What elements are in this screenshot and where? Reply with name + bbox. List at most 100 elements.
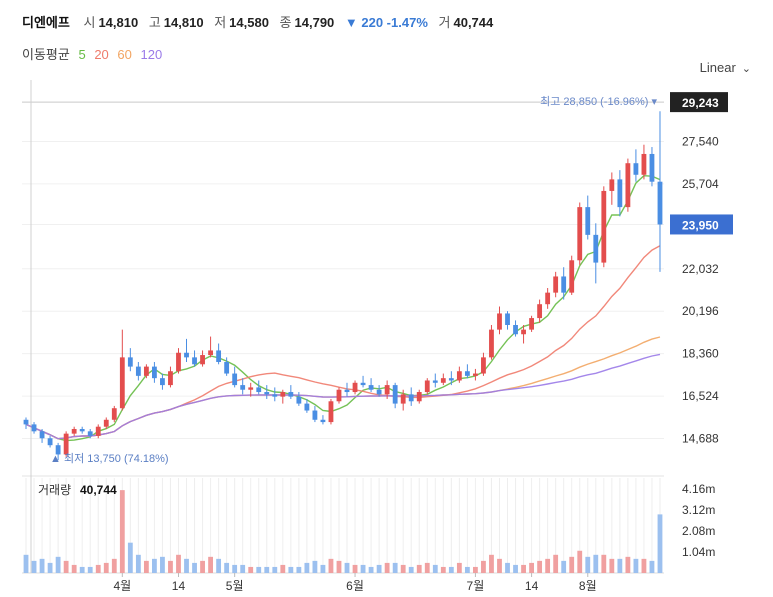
volume-bar <box>95 564 101 573</box>
candle-body <box>208 350 213 356</box>
candle-body <box>103 419 109 427</box>
volume-bar <box>240 564 246 573</box>
candle-body <box>344 389 350 393</box>
volume-bar <box>464 566 470 573</box>
candle-body <box>448 378 454 381</box>
volume-bar <box>625 556 631 573</box>
volume-bar <box>601 554 607 573</box>
candle-body <box>160 378 165 386</box>
candle-body <box>264 392 270 395</box>
ma20-line <box>25 245 661 440</box>
candle-body <box>577 207 583 261</box>
candle-body <box>184 352 189 358</box>
candle-body <box>111 408 117 420</box>
volume-bar <box>160 556 165 573</box>
volume-bar <box>368 566 374 573</box>
candle-body <box>432 380 438 383</box>
x-tick-label: 8월 <box>579 579 597 593</box>
volume-bar <box>569 556 575 573</box>
volume-bar <box>408 566 414 573</box>
volume-bar <box>272 566 278 573</box>
volume-bar <box>497 558 502 573</box>
volume-bar <box>312 560 318 573</box>
candle-body <box>224 361 230 374</box>
volume-bar <box>641 558 647 573</box>
volume-bar <box>344 562 350 573</box>
volume-bar <box>296 566 302 573</box>
volume-bar <box>489 554 494 573</box>
candle-body <box>456 371 462 381</box>
volume-bar <box>633 558 639 573</box>
candle-body <box>272 394 278 397</box>
x-tick-label: 5월 <box>226 579 244 593</box>
grid <box>22 80 664 574</box>
candle-body <box>392 385 398 404</box>
volume-bar <box>352 564 358 573</box>
volume-bar <box>328 558 334 573</box>
candle-body <box>232 373 238 386</box>
candle-body <box>336 389 342 402</box>
volume-bar <box>649 560 655 573</box>
volume-bar <box>111 558 117 573</box>
candle-body <box>625 163 631 208</box>
candle-body <box>152 366 157 379</box>
volume-bar <box>609 558 615 573</box>
volume-bar <box>119 490 125 573</box>
price-tick-label: 20,196 <box>682 304 719 318</box>
volume-bar <box>224 562 230 573</box>
volume-bar <box>23 554 29 573</box>
volume-bar <box>152 558 157 573</box>
volume-bar <box>31 560 37 573</box>
candle-body <box>127 357 133 367</box>
volume-bar <box>384 562 390 573</box>
x-tick-label: 7월 <box>467 579 485 593</box>
candle-body <box>505 313 510 326</box>
volume-bar <box>521 564 526 573</box>
candle-body <box>304 403 310 411</box>
price-tick-label: 27,540 <box>682 134 719 148</box>
volume-bar <box>264 566 270 573</box>
volume-bar <box>529 562 534 573</box>
candle-body <box>216 350 222 362</box>
volume-bar <box>71 564 77 573</box>
volume-pane-label: 거래량 <box>38 483 71 497</box>
volume-tick-label: 2.08m <box>682 524 715 538</box>
volume-bar <box>416 564 422 573</box>
x-tick-label: 4월 <box>113 579 131 593</box>
volume-bar <box>176 554 181 573</box>
candle-body <box>143 366 149 376</box>
candle-body <box>168 371 173 386</box>
volume-bar <box>617 558 623 573</box>
candle-body <box>641 153 647 175</box>
volume-bar <box>456 562 462 573</box>
price-tick-label: 22,032 <box>682 262 719 276</box>
volume-bar <box>424 562 430 573</box>
candle-body <box>489 329 494 358</box>
candle-body <box>95 426 101 436</box>
price-chart[interactable]: 27,540 25,704 22,032 20,196 18,360 16,524 14,6… <box>0 0 773 597</box>
volume-bar <box>537 560 543 573</box>
candle-body <box>529 318 534 330</box>
candle-body <box>569 260 575 293</box>
volume-bar <box>320 564 326 573</box>
volume-bar <box>657 514 663 573</box>
volume-bar <box>256 566 262 573</box>
min-annotation: ▲ 최저 13,750 (74.18%) <box>50 452 169 465</box>
candle-body <box>593 234 599 263</box>
volume-bar <box>135 554 141 573</box>
candle-body <box>633 163 639 175</box>
candle-body <box>87 431 93 436</box>
volume-bar <box>248 566 254 573</box>
candle-body <box>440 378 446 383</box>
candle-body <box>545 292 551 305</box>
candle-body <box>497 313 502 330</box>
candle-body <box>47 438 53 446</box>
volume-bar <box>553 554 559 573</box>
price-tick-label: 14,688 <box>682 432 719 446</box>
candle-body <box>360 382 366 386</box>
volume-bar <box>39 558 45 573</box>
volume-bar <box>577 550 583 573</box>
volume-bars <box>23 490 663 573</box>
candle-body <box>200 355 205 365</box>
volume-bar <box>103 562 109 573</box>
